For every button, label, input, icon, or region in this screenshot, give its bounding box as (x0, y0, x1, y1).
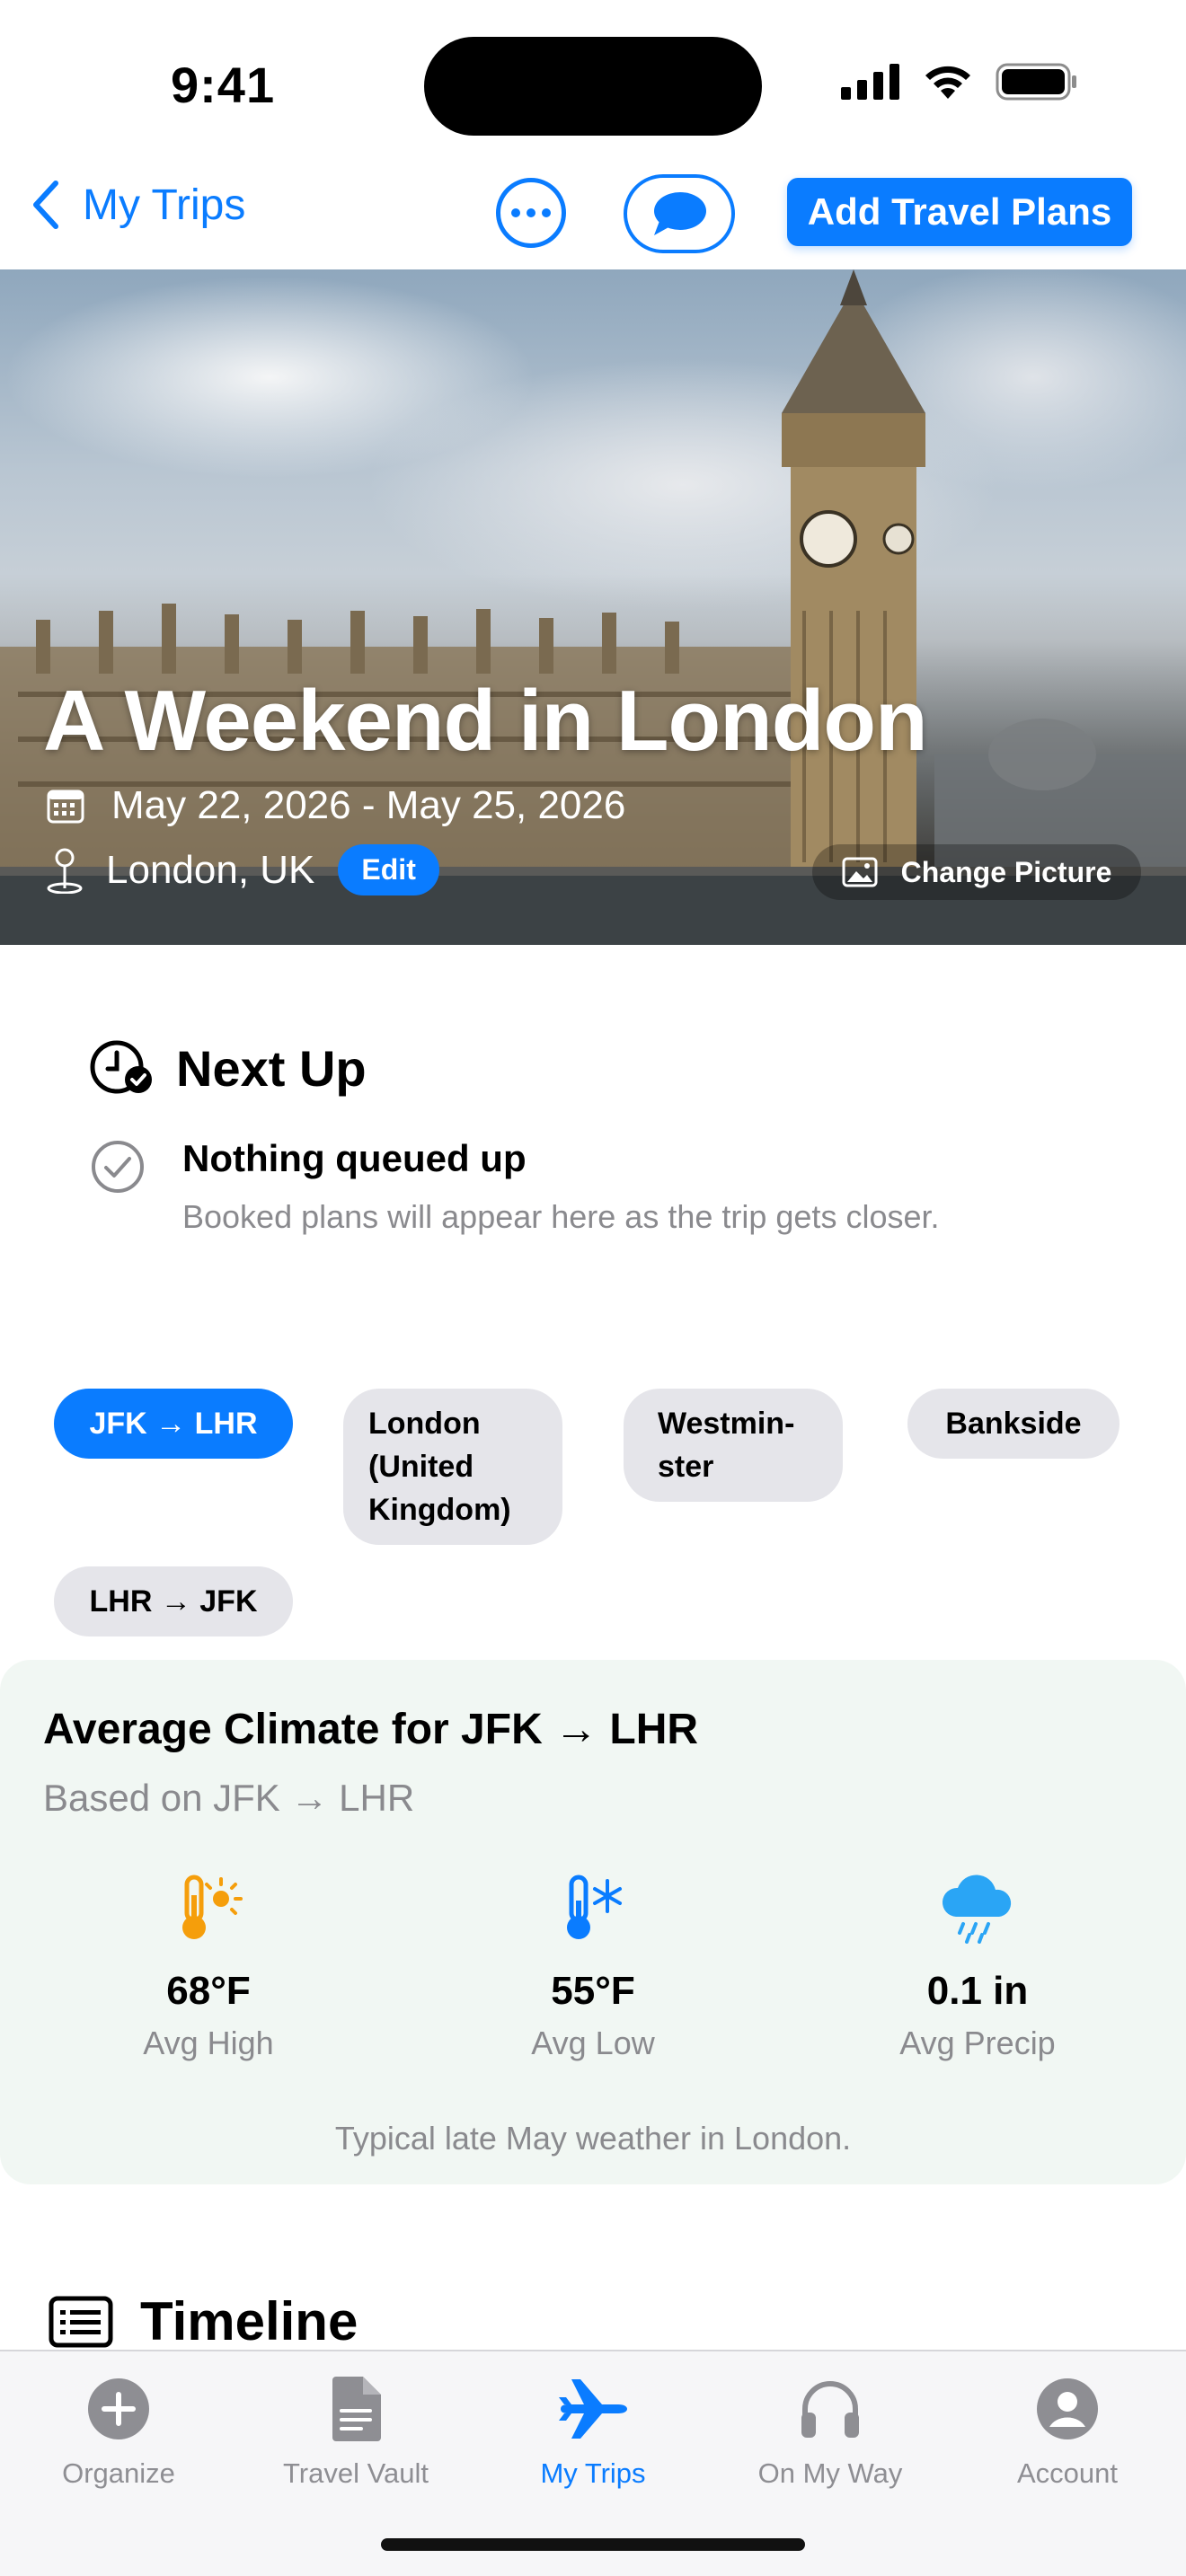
next-up-empty-subtitle: Booked plans will appear here as the tri… (182, 1198, 940, 1235)
timeline-title: Timeline (140, 2291, 358, 2351)
chip-jfk-lhr[interactable]: JFK → LHR (54, 1389, 293, 1459)
list-icon (49, 2296, 113, 2347)
document-icon (332, 2377, 381, 2441)
chip-bankside[interactable]: Bankside (907, 1389, 1120, 1459)
clock-check-icon (90, 1040, 152, 1094)
more-options-button[interactable] (496, 178, 566, 248)
trip-location-text: London, UK (106, 847, 315, 892)
avg-low-value: 55°F (551, 1969, 635, 2013)
climate-card: Average Climate for JFK → LHR Based on J… (0, 1660, 1186, 2184)
climate-title: Average Climate for JFK → LHR (43, 1706, 699, 1753)
tab-my-trips-label: My Trips (540, 2457, 646, 2489)
tab-travel-vault-label: Travel Vault (283, 2457, 429, 2489)
avg-high-value: 68°F (166, 1969, 251, 2013)
chip-lhr-jfk[interactable]: LHR → JFK (54, 1566, 293, 1636)
dynamic-island (424, 37, 762, 136)
photo-icon (842, 857, 878, 887)
next-up-title: Next Up (176, 1039, 367, 1097)
add-travel-plans-button[interactable]: Add Travel Plans (787, 178, 1132, 246)
trip-location: London, UK Edit (45, 844, 439, 895)
status-icons (841, 63, 1078, 101)
wifi-icon (925, 66, 970, 99)
trip-dates-text: May 22, 2026 - May 25, 2026 (111, 783, 626, 827)
cellular-signal-icon (841, 64, 899, 100)
home-indicator[interactable] (381, 2538, 805, 2551)
avg-precip-label: Avg Precip (899, 2025, 1056, 2061)
climate-note: Typical late May weather in London. (334, 2120, 852, 2157)
change-picture-label: Change Picture (900, 855, 1112, 888)
cold-thermometer-icon (567, 1875, 622, 1939)
battery-icon (996, 63, 1076, 101)
edit-location-button[interactable]: Edit (338, 844, 439, 895)
status-time: 9:41 (171, 57, 276, 113)
trip-title: A Weekend in London (43, 673, 928, 769)
chat-bubble-icon (654, 192, 706, 235)
person-circle-icon (1037, 2378, 1098, 2439)
climate-stat-low: 55°F Avg Low (458, 1872, 728, 2062)
back-label: My Trips (83, 181, 246, 229)
avg-precip-value: 0.1 in (926, 1969, 1029, 2013)
hot-thermometer-icon (182, 1875, 243, 1939)
rain-cloud-icon (942, 1875, 1012, 1944)
tab-travel-vault[interactable]: Travel Vault (237, 2371, 474, 2490)
avg-low-label: Avg Low (531, 2025, 655, 2061)
navigation-bar: My Trips Add Travel Plans (0, 171, 1186, 269)
location-pin-icon (47, 848, 83, 894)
climate-stat-precip: 0.1 in Avg Precip (843, 1872, 1112, 2062)
change-picture-button[interactable]: Change Picture (812, 844, 1141, 900)
headphones-icon (801, 2381, 859, 2438)
tab-organize[interactable]: Organize (0, 2371, 237, 2490)
tab-on-my-way[interactable]: On My Way (712, 2371, 949, 2490)
trip-hero-image: A Weekend in London May 22, 2026 - May 2… (0, 269, 1186, 945)
tab-on-my-way-label: On My Way (757, 2457, 903, 2489)
ellipsis-icon (511, 208, 520, 217)
tab-my-trips[interactable]: My Trips (474, 2371, 712, 2490)
tab-account[interactable]: Account (949, 2371, 1186, 2490)
chip-london-united-kingdom[interactable]: London (United Kingdom) (343, 1389, 562, 1545)
tab-account-label: Account (1016, 2457, 1118, 2489)
chip-westminster[interactable]: Westmin-ster (624, 1389, 843, 1502)
chevron-left-icon (33, 181, 58, 229)
back-button[interactable]: My Trips (32, 180, 245, 230)
chat-button[interactable] (624, 174, 735, 253)
next-up-header: Next Up (88, 1038, 367, 1098)
timeline-header: Timeline (49, 2290, 358, 2352)
next-up-empty-title: Nothing queued up (182, 1137, 527, 1179)
checkmark-circle-icon (92, 1141, 144, 1193)
tab-organize-label: Organize (62, 2457, 175, 2489)
trip-dates: May 22, 2026 - May 25, 2026 (47, 783, 625, 828)
avg-high-label: Avg High (143, 2025, 274, 2061)
climate-subtitle: Based on JFK → LHR (43, 1777, 415, 1819)
calendar-icon (47, 790, 84, 824)
plus-circle-icon (88, 2378, 149, 2439)
airplane-icon (559, 2379, 627, 2439)
climate-stat-high: 68°F Avg High (74, 1872, 343, 2062)
